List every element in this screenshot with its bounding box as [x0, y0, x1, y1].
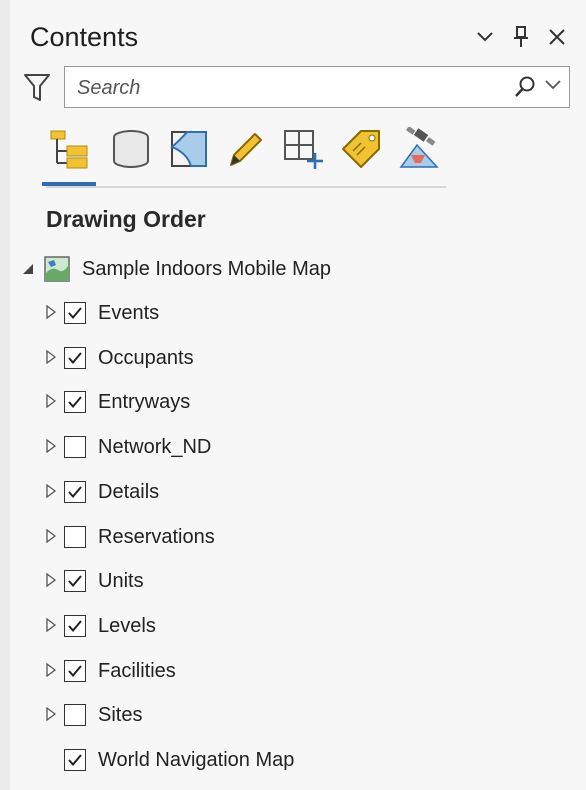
layer-label: Details [98, 480, 160, 503]
layer-label: Levels [98, 614, 156, 637]
layer-row[interactable]: Details [10, 471, 570, 511]
check-icon [68, 396, 82, 409]
filter-icon[interactable] [24, 73, 52, 105]
chevron-down-icon[interactable] [474, 26, 496, 48]
map-node[interactable]: Sample Indoors Mobile Map [20, 252, 560, 286]
layer-row[interactable]: Entryways [10, 381, 570, 421]
layer-visibility-checkbox[interactable] [64, 614, 86, 637]
layer-label: Occupants [98, 346, 194, 369]
check-icon [68, 754, 82, 767]
expand-triangle-icon[interactable] [46, 662, 57, 682]
layer-row[interactable]: Network_ND [10, 426, 570, 466]
layer-row[interactable]: Levels [10, 605, 570, 645]
layer-visibility-checkbox[interactable] [64, 302, 86, 324]
pane-title: Contents [30, 22, 139, 52]
perspective-imagery-icon[interactable] [396, 126, 442, 172]
layer-row[interactable]: Events [10, 292, 570, 332]
contents-toolbar [42, 120, 446, 188]
labeling-icon[interactable] [338, 126, 384, 172]
expand-triangle-icon[interactable] [46, 617, 57, 637]
layer-row[interactable]: Occupants [10, 337, 570, 377]
title-bar: Contents [20, 14, 576, 58]
data-source-icon[interactable] [108, 126, 154, 172]
layer-visibility-checkbox[interactable] [64, 436, 86, 459]
layer-visibility-checkbox[interactable] [64, 704, 86, 727]
layer-label: Events [98, 302, 160, 324]
expand-triangle-icon[interactable] [46, 483, 57, 503]
check-icon [68, 620, 82, 632]
layer-label: Units [98, 570, 144, 593]
selection-icon[interactable] [166, 126, 212, 172]
title-controls [474, 26, 568, 48]
layer-label: Sites [98, 704, 143, 727]
editing-icon[interactable] [222, 126, 268, 172]
map-icon [44, 256, 70, 282]
expand-triangle-icon[interactable] [46, 349, 57, 369]
expand-triangle-icon[interactable] [46, 438, 57, 458]
layer-row[interactable]: Units [10, 560, 570, 600]
layer-visibility-checkbox[interactable] [64, 570, 86, 593]
layer-visibility-checkbox[interactable] [64, 480, 86, 503]
layer-visibility-checkbox[interactable] [64, 525, 86, 548]
map-label: Sample Indoors Mobile Map [82, 258, 332, 280]
check-icon [68, 486, 82, 498]
check-icon [68, 352, 82, 364]
layer-label: Network_ND [98, 436, 212, 459]
layer-visibility-checkbox[interactable] [64, 659, 86, 682]
layer-visibility-checkbox[interactable] [64, 346, 86, 369]
check-icon [68, 664, 82, 677]
search-dropdown-icon[interactable] [545, 77, 565, 97]
search-box [64, 66, 570, 108]
layer-row[interactable]: Facilities [10, 650, 570, 690]
section-title-drawing-order: Drawing Order [46, 206, 206, 232]
layer-label: World Navigation Map [98, 749, 295, 771]
pin-icon[interactable] [510, 26, 532, 48]
expand-triangle-icon[interactable] [46, 528, 57, 548]
collapse-triangle-icon[interactable] [22, 262, 34, 280]
contents-pane: Contents Search Drawing Order Sample Ind… [0, 0, 586, 790]
layer-label: Entryways [98, 391, 191, 414]
expand-triangle-icon[interactable] [46, 706, 57, 726]
expand-triangle-icon[interactable] [46, 394, 57, 413]
expand-triangle-icon[interactable] [46, 304, 57, 324]
close-icon[interactable] [546, 26, 568, 48]
expand-triangle-icon[interactable] [46, 572, 57, 592]
search-row [24, 66, 570, 110]
layer-visibility-checkbox[interactable] [64, 749, 86, 771]
layer-label: Facilities [98, 659, 176, 682]
layer-row[interactable]: Sites [10, 694, 570, 734]
layer-row[interactable]: World Navigation Map [10, 739, 570, 779]
search-input[interactable] [75, 73, 499, 103]
search-icon[interactable] [513, 75, 537, 99]
snapping-icon[interactable] [280, 126, 326, 172]
check-icon [68, 307, 82, 320]
check-icon [68, 575, 82, 588]
layer-visibility-checkbox[interactable] [64, 391, 86, 414]
layer-label: Reservations [98, 525, 215, 548]
drawing-order-icon[interactable] [42, 126, 96, 186]
layer-row[interactable]: Reservations [10, 516, 570, 556]
